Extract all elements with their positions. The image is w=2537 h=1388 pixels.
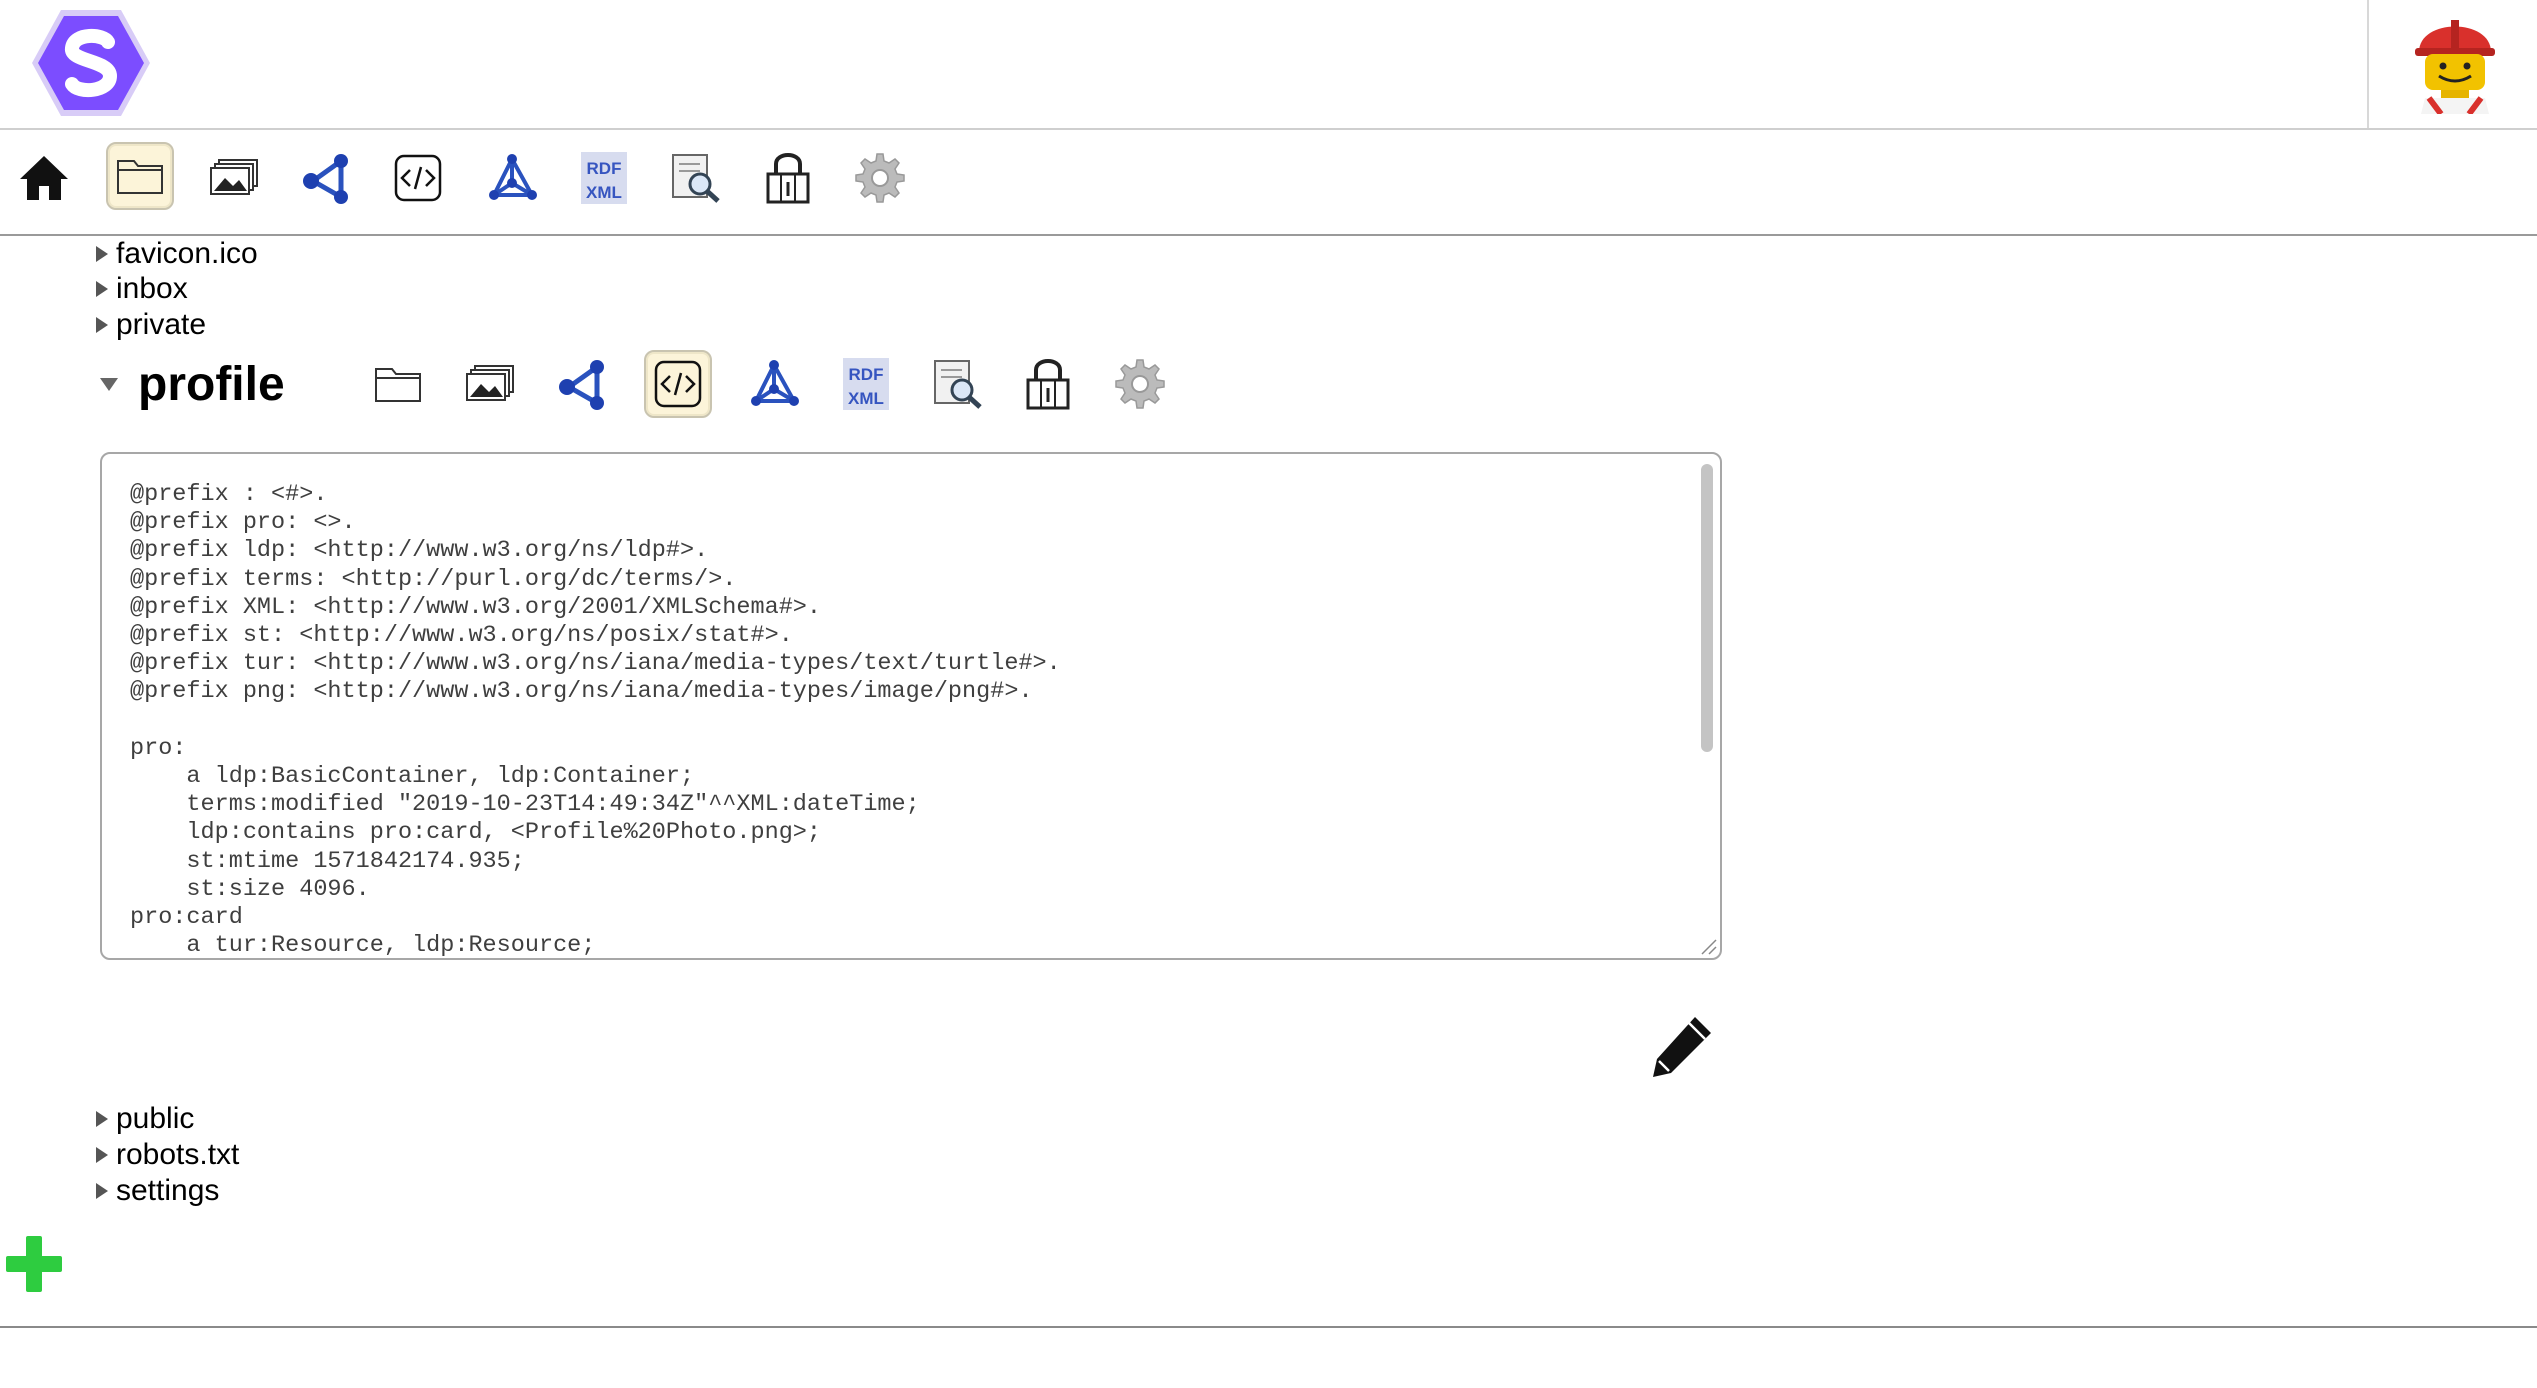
rdf-graph-button[interactable] — [480, 146, 544, 210]
expand-arrow-icon[interactable] — [96, 281, 108, 297]
search-document-icon — [672, 154, 720, 203]
svg-text:RDF: RDF — [587, 159, 622, 178]
footer-divider — [0, 1326, 2537, 1328]
tree-item[interactable]: public — [96, 1102, 194, 1136]
image-gallery-button[interactable] — [458, 352, 522, 416]
graph-network-icon — [559, 360, 604, 410]
rdf-graph-icon — [489, 154, 537, 200]
search-document-icon — [934, 360, 982, 409]
folder-view-button[interactable] — [366, 352, 430, 416]
graph-view-button[interactable] — [550, 352, 614, 416]
settings-button[interactable] — [1108, 352, 1172, 416]
tree-item[interactable]: private — [96, 308, 206, 342]
folder-view-button[interactable] — [106, 142, 174, 210]
tree-item-label[interactable]: robots.txt — [116, 1138, 239, 1172]
home-button[interactable] — [12, 146, 76, 210]
resize-handle-icon[interactable] — [1696, 934, 1718, 956]
gear-icon — [855, 153, 905, 203]
graph-network-icon — [303, 154, 348, 204]
pencil-icon — [1653, 1017, 1711, 1077]
source-view-button[interactable] — [386, 146, 450, 210]
source-editor-content[interactable]: @prefix : <#>. @prefix pro: <>. @prefix … — [102, 454, 1720, 958]
folder-title: profile — [138, 357, 285, 411]
expand-arrow-icon[interactable] — [96, 1183, 108, 1199]
source-view-button[interactable] — [644, 350, 712, 418]
tree-item-label[interactable]: inbox — [116, 272, 188, 306]
source-editor-textarea[interactable]: @prefix : <#>. @prefix pro: <>. @prefix … — [100, 452, 1722, 960]
folder-icon — [117, 160, 163, 194]
tree-item[interactable]: settings — [96, 1174, 219, 1208]
folder-icon — [375, 368, 421, 402]
svg-text:XML: XML — [848, 389, 884, 408]
tree-item-label[interactable]: public — [116, 1102, 194, 1136]
rdf-graph-icon — [751, 360, 799, 406]
rdf-xml-icon: RDF XML — [581, 152, 627, 204]
gear-icon — [1115, 359, 1165, 409]
image-gallery-icon — [466, 365, 514, 401]
editor-scrollbar-thumb[interactable] — [1701, 464, 1713, 752]
collapse-arrow-icon[interactable] — [100, 377, 118, 391]
tree-item-expanded: profile — [100, 346, 285, 422]
lock-icon — [766, 153, 810, 204]
source-code-icon — [654, 360, 702, 408]
app-header — [0, 0, 2537, 130]
tree-item[interactable]: favicon.ico — [96, 237, 258, 271]
sharing-button[interactable] — [756, 146, 820, 210]
home-icon — [20, 156, 68, 200]
rdf-graph-button[interactable] — [742, 352, 806, 416]
add-item-button[interactable] — [4, 1234, 64, 1294]
user-menu[interactable] — [2367, 0, 2537, 128]
plus-icon — [6, 1236, 62, 1292]
expand-arrow-icon[interactable] — [96, 317, 108, 333]
graph-view-button[interactable] — [294, 146, 358, 210]
image-gallery-icon — [210, 159, 258, 195]
svg-text:XML: XML — [586, 183, 622, 202]
search-document-button[interactable] — [926, 352, 990, 416]
rdf-xml-button[interactable]: RDF XML — [572, 146, 636, 210]
tree-item[interactable]: robots.txt — [96, 1138, 239, 1172]
expand-arrow-icon[interactable] — [96, 1147, 108, 1163]
search-document-button[interactable] — [664, 146, 728, 210]
tree-item-label[interactable]: private — [116, 308, 206, 342]
source-code-icon — [394, 154, 442, 202]
rdf-xml-button[interactable]: RDF XML — [834, 352, 898, 416]
tree-item-label[interactable]: favicon.ico — [116, 237, 258, 271]
edit-button[interactable] — [1646, 1010, 1718, 1082]
expand-arrow-icon[interactable] — [96, 246, 108, 262]
expand-arrow-icon[interactable] — [96, 1111, 108, 1127]
settings-button[interactable] — [848, 146, 912, 210]
image-gallery-button[interactable] — [202, 146, 266, 210]
main-toolbar: RDF XML — [0, 130, 2537, 236]
svg-text:RDF: RDF — [849, 365, 884, 384]
solid-logo-icon[interactable] — [30, 4, 152, 122]
user-avatar-icon[interactable] — [2405, 10, 2505, 116]
sharing-button[interactable] — [1016, 352, 1080, 416]
tree-item-label[interactable]: settings — [116, 1174, 219, 1208]
lock-icon — [1026, 359, 1070, 410]
tree-item[interactable]: inbox — [96, 272, 188, 306]
editor-scrollbar[interactable] — [1696, 458, 1718, 934]
rdf-xml-icon: RDF XML — [843, 358, 889, 410]
